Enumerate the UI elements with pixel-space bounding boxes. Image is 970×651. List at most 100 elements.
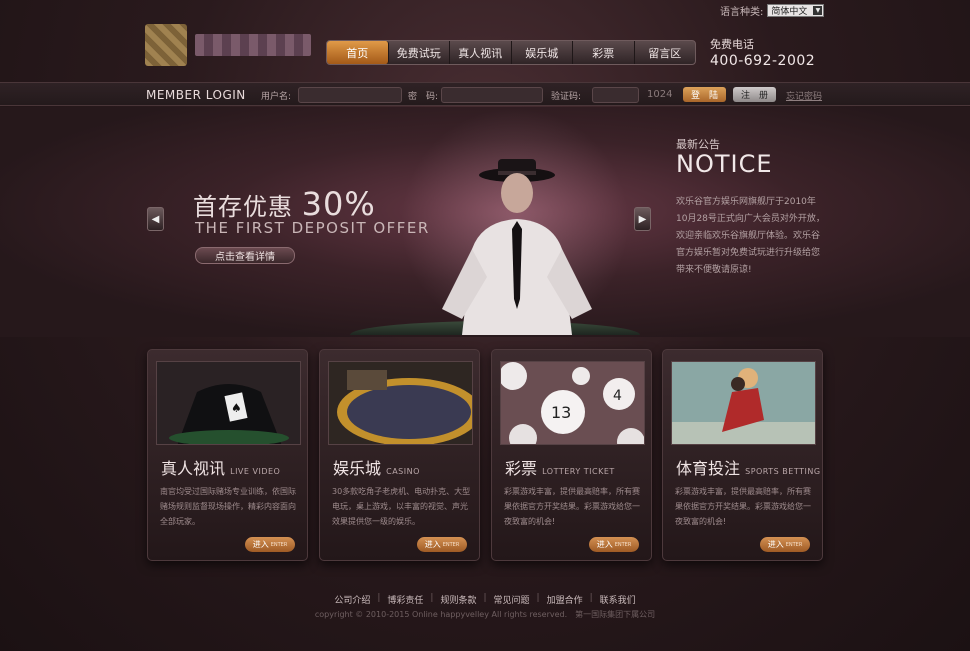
card-title-cn: 娱乐城 xyxy=(333,459,382,478)
footer-separator: | xyxy=(536,593,540,603)
footer-separator: | xyxy=(589,593,593,603)
captcha-label: 验证码: xyxy=(551,92,582,102)
card-sports-image[interactable] xyxy=(671,361,816,445)
hero-banner: ◀ ▶ 首存优惠 30% THE FIRST DEPOSIT OFFER 点击查… xyxy=(0,107,970,337)
enter-button-cn: 进入 xyxy=(596,540,613,549)
enter-button-en: ENTER xyxy=(785,541,803,548)
footer-separator: | xyxy=(430,593,434,603)
chevron-right-icon: ▶ xyxy=(638,213,647,225)
nav-item-lottery[interactable]: 彩票 xyxy=(573,41,635,64)
footer-link-contact[interactable]: 联系我们 xyxy=(600,593,636,606)
casino-thumbnail xyxy=(329,362,472,444)
svg-text:♠: ♠ xyxy=(231,401,242,415)
card-lottery-enter-button[interactable]: 进入 ENTER xyxy=(589,537,639,552)
card-casino: 娱乐城 CASINO 30多款吃角子老虎机、电动扑克、大型电玩，桌上游戏，以丰富… xyxy=(319,349,480,561)
promo-title: 首存优惠 30% xyxy=(193,185,376,223)
page: 语言种类: 简体中文 ▼ 首页 免费试玩 真人视讯 娱乐城 彩票 留言区 免费电… xyxy=(0,0,970,651)
chevron-left-icon: ◀ xyxy=(151,213,160,225)
promo-details-button[interactable]: 点击查看详情 xyxy=(195,247,295,264)
promo-subtitle: THE FIRST DEPOSIT OFFER xyxy=(195,219,430,237)
card-title-en: LOTTERY TICKET xyxy=(542,467,615,476)
footer-link-responsibility[interactable]: 博彩责任 xyxy=(387,593,423,606)
copyright-text: copyright © 2010-2015 Online happyvelley… xyxy=(314,610,656,619)
game-cards: ♠ 真人视讯 LIVE VIDEO 南官均受过国际赌场专业训练，依国际赌场规则监… xyxy=(147,349,823,561)
card-live-video: ♠ 真人视讯 LIVE VIDEO 南官均受过国际赌场专业训练，依国际赌场规则监… xyxy=(147,349,308,561)
card-lottery-image[interactable]: 13 4 xyxy=(500,361,645,445)
card-lottery-desc: 彩票游戏丰富，提供最高赔率，所有赛果依据官方开奖结果。彩票游戏给您一夜致富的机会… xyxy=(504,487,640,526)
enter-button-en: ENTER xyxy=(270,541,288,548)
banner-next-button[interactable]: ▶ xyxy=(634,207,651,231)
card-sports-desc: 彩票游戏丰富，提供最高赔率，所有赛果依据官方开奖结果。彩票游戏给您一夜致富的机会… xyxy=(675,487,811,526)
hotline: 免费电话 400-692-2002 xyxy=(710,36,815,69)
member-login-title: MEMBER LOGIN xyxy=(146,88,246,102)
card-title-cn: 体育投注 xyxy=(676,459,741,478)
captcha-code[interactable]: 1024 xyxy=(647,89,672,100)
footer-separator: | xyxy=(483,593,487,603)
nav-item-casino[interactable]: 娱乐城 xyxy=(512,41,573,64)
footer-link-about[interactable]: 公司介绍 xyxy=(334,593,370,606)
notice-body: 欢乐谷官方娱乐网旗舰厅于2010年10月28号正式向广大会员对外开放，欢迎亲临欢… xyxy=(676,197,825,275)
lottery-thumbnail: 13 4 xyxy=(501,362,644,444)
footer-separator: | xyxy=(377,593,381,603)
language-selected-value: 简体中文 xyxy=(771,7,808,17)
nav-item-home[interactable]: 首页 xyxy=(327,41,389,64)
password-input[interactable] xyxy=(441,87,543,103)
enter-button-en: ENTER xyxy=(442,541,460,548)
logo-emblem-icon xyxy=(145,24,187,66)
card-live-video-desc: 南官均受过国际赌场专业训练，依国际赌场规则监督现场操作，精彩内容面向全部玩家。 xyxy=(160,487,296,526)
site-logo[interactable] xyxy=(145,24,317,66)
notice-title-en: NOTICE xyxy=(676,150,773,178)
card-title-cn: 彩票 xyxy=(505,459,538,478)
notice-panel: 最新公告 NOTICE 欢乐谷官方娱乐网旗舰厅于2010年10月28号正式向广大… xyxy=(676,136,826,279)
card-casino-enter-button[interactable]: 进入 ENTER xyxy=(417,537,467,552)
card-lottery: 13 4 彩票 LOTTERY TICKET 彩票游戏丰富，提供最高赔率，所有赛… xyxy=(491,349,652,561)
nav-item-free-trial[interactable]: 免费试玩 xyxy=(389,41,450,64)
password-label: 密 码: xyxy=(408,92,439,102)
logo-wordmark xyxy=(195,34,311,56)
username-label: 用户名: xyxy=(261,92,292,102)
svg-text:13: 13 xyxy=(551,403,571,422)
card-sports: 体育投注 SPORTS BETTING 彩票游戏丰富，提供最高赔率，所有赛果依据… xyxy=(662,349,823,561)
hotline-number: 400-692-2002 xyxy=(710,53,816,69)
card-live-video-image[interactable]: ♠ xyxy=(156,361,301,445)
footer-link-partnership[interactable]: 加盟合作 xyxy=(547,593,583,606)
nav-item-live-video[interactable]: 真人视讯 xyxy=(450,41,512,64)
card-live-video-enter-button[interactable]: 进入 ENTER xyxy=(245,537,295,552)
card-title-en: LIVE VIDEO xyxy=(230,467,281,476)
card-sports-enter-button[interactable]: 进入 ENTER xyxy=(760,537,810,552)
dealer-figure-image xyxy=(442,159,592,335)
enter-button-cn: 进入 xyxy=(252,540,269,549)
live-video-thumbnail: ♠ xyxy=(157,362,300,444)
footer-links: 公司介绍 | 博彩责任 | 规则条款 | 常见问题 | 加盟合作 | 联系我们 xyxy=(0,593,970,606)
hotline-label: 免费电话 xyxy=(710,38,754,51)
main-nav: 首页 免费试玩 真人视讯 娱乐城 彩票 留言区 xyxy=(326,40,696,65)
dropdown-arrow-icon[interactable]: ▼ xyxy=(813,6,823,15)
promo-percent: 30% xyxy=(301,185,376,223)
member-login-bar: MEMBER LOGIN 用户名: 密 码: 验证码: 1024 登 陆 注 册… xyxy=(0,82,970,106)
captcha-input[interactable] xyxy=(592,87,639,103)
card-casino-title: 娱乐城 CASINO xyxy=(333,455,420,479)
sports-thumbnail xyxy=(672,362,815,444)
card-title-en: CASINO xyxy=(386,467,420,476)
card-sports-title: 体育投注 SPORTS BETTING xyxy=(676,455,821,479)
forgot-password-link[interactable]: 忘记密码 xyxy=(786,89,822,102)
language-select[interactable]: 简体中文 ▼ xyxy=(767,4,825,17)
username-input[interactable] xyxy=(298,87,402,103)
card-live-video-title: 真人视讯 LIVE VIDEO xyxy=(161,455,280,479)
nav-item-message-board[interactable]: 留言区 xyxy=(635,41,696,64)
enter-button-en: ENTER xyxy=(614,541,632,548)
language-selector-group: 语言种类: 简体中文 ▼ xyxy=(720,3,825,18)
footer-link-terms[interactable]: 规则条款 xyxy=(440,593,476,606)
card-casino-desc: 30多款吃角子老虎机、电动扑克、大型电玩，桌上游戏，以丰富的视觉、声光效果提供您… xyxy=(332,487,471,526)
svg-text:4: 4 xyxy=(613,388,622,404)
card-title-en: SPORTS BETTING xyxy=(745,467,821,476)
enter-button-cn: 进入 xyxy=(767,540,784,549)
card-title-cn: 真人视讯 xyxy=(161,459,226,478)
promo-title-text: 首存优惠 xyxy=(193,193,293,221)
register-button[interactable]: 注 册 xyxy=(733,87,776,102)
card-casino-image[interactable] xyxy=(328,361,473,445)
login-button[interactable]: 登 陆 xyxy=(683,87,726,102)
footer-link-faq[interactable]: 常见问题 xyxy=(494,593,530,606)
banner-prev-button[interactable]: ◀ xyxy=(147,207,164,231)
card-lottery-title: 彩票 LOTTERY TICKET xyxy=(505,455,615,479)
